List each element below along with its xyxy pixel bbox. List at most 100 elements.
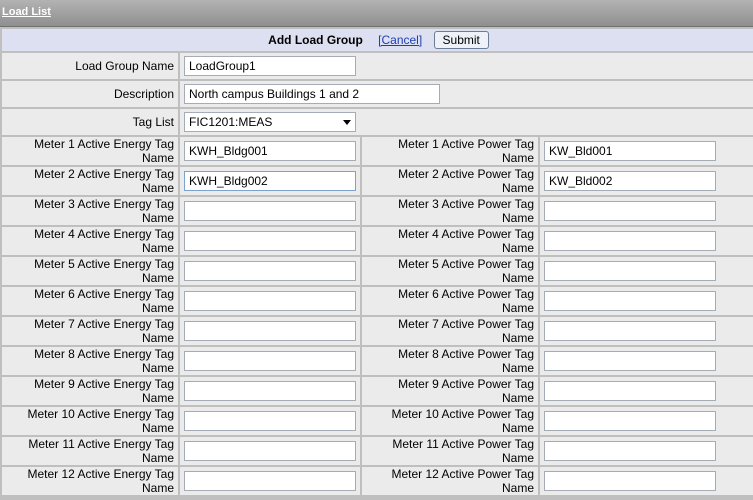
description-cell <box>180 81 753 107</box>
meter-8-power-label: Meter 8 Active Power Tag Name <box>362 347 538 375</box>
meter-10-energy-label: Meter 10 Active Energy Tag Name <box>2 407 178 435</box>
meter-8-energy-cell <box>180 347 360 375</box>
meter-5-power-label: Meter 5 Active Power Tag Name <box>362 257 538 285</box>
meter-2-power-label: Meter 2 Active Power Tag Name <box>362 167 538 195</box>
meter-9-energy-input[interactable] <box>184 381 356 401</box>
meter-4-energy-label: Meter 4 Active Energy Tag Name <box>2 227 178 255</box>
meter-8-power-input[interactable] <box>544 351 716 371</box>
meter-8-energy-label: Meter 8 Active Energy Tag Name <box>2 347 178 375</box>
description-input[interactable] <box>184 84 440 104</box>
meter-10-power-label: Meter 10 Active Power Tag Name <box>362 407 538 435</box>
meter-5-energy-cell <box>180 257 360 285</box>
meter-6-energy-input[interactable] <box>184 291 356 311</box>
meter-9-power-cell <box>540 377 753 405</box>
meter-10-power-cell <box>540 407 753 435</box>
tag-list-label: Tag List <box>2 109 178 135</box>
meter-3-power-cell <box>540 197 753 225</box>
meter-3-energy-cell <box>180 197 360 225</box>
meter-row: Meter 6 Active Energy Tag Name Meter 6 Ac… <box>2 287 753 315</box>
load-group-name-row: Load Group Name <box>2 53 753 79</box>
meter-12-power-input[interactable] <box>544 471 716 491</box>
meter-4-power-input[interactable] <box>544 231 716 251</box>
cancel-link[interactable]: [Cancel] <box>378 33 422 47</box>
meter-7-energy-label: Meter 7 Active Energy Tag Name <box>2 317 178 345</box>
tag-list-select[interactable]: FIC1201:MEAS <box>184 112 356 132</box>
meter-row: Meter 10 Active Energy Tag Name Meter 10 … <box>2 407 753 435</box>
meter-row: Meter 8 Active Energy Tag Name Meter 8 Ac… <box>2 347 753 375</box>
meter-5-power-cell <box>540 257 753 285</box>
add-load-group-form: Add Load Group [Cancel] Submit Load Grou… <box>0 27 753 500</box>
meter-6-power-label: Meter 6 Active Power Tag Name <box>362 287 538 315</box>
load-group-name-cell <box>180 53 753 79</box>
form-header-row: Add Load Group [Cancel] Submit <box>2 29 753 51</box>
meter-1-power-input[interactable] <box>544 141 716 161</box>
meter-1-energy-input[interactable] <box>184 141 356 161</box>
meter-2-energy-label: Meter 2 Active Energy Tag Name <box>2 167 178 195</box>
meter-5-energy-input[interactable] <box>184 261 356 281</box>
meter-6-energy-cell <box>180 287 360 315</box>
tag-list-cell: FIC1201:MEAS <box>180 109 753 135</box>
meter-11-energy-label: Meter 11 Active Energy Tag Name <box>2 437 178 465</box>
meter-row: Meter 2 Active Energy Tag Name Meter 2 Ac… <box>2 167 753 195</box>
meter-row: Meter 12 Active Energy Tag Name Meter 12 … <box>2 467 753 495</box>
meter-9-power-input[interactable] <box>544 381 716 401</box>
form-table: Add Load Group [Cancel] Submit Load Grou… <box>0 27 753 497</box>
top-bar: Load List <box>0 0 753 27</box>
meter-7-energy-cell <box>180 317 360 345</box>
meter-10-energy-cell <box>180 407 360 435</box>
meter-7-power-label: Meter 7 Active Power Tag Name <box>362 317 538 345</box>
meter-8-power-cell <box>540 347 753 375</box>
description-label: Description <box>2 81 178 107</box>
meter-6-energy-label: Meter 6 Active Energy Tag Name <box>2 287 178 315</box>
load-group-name-label: Load Group Name <box>2 53 178 79</box>
meter-4-power-label: Meter 4 Active Power Tag Name <box>362 227 538 255</box>
meter-rows: Meter 1 Active Energy Tag Name Meter 1 Ac… <box>2 137 753 495</box>
meter-5-power-input[interactable] <box>544 261 716 281</box>
meter-11-energy-input[interactable] <box>184 441 356 461</box>
meter-1-energy-label: Meter 1 Active Energy Tag Name <box>2 137 178 165</box>
meter-2-energy-input[interactable] <box>184 171 356 191</box>
meter-11-energy-cell <box>180 437 360 465</box>
description-row: Description <box>2 81 753 107</box>
meter-9-energy-cell <box>180 377 360 405</box>
meter-row: Meter 5 Active Energy Tag Name Meter 5 Ac… <box>2 257 753 285</box>
meter-10-power-input[interactable] <box>544 411 716 431</box>
meter-row: Meter 3 Active Energy Tag Name Meter 3 Ac… <box>2 197 753 225</box>
meter-row: Meter 9 Active Energy Tag Name Meter 9 Ac… <box>2 377 753 405</box>
meter-9-power-label: Meter 9 Active Power Tag Name <box>362 377 538 405</box>
load-list-link[interactable]: Load List <box>2 6 51 18</box>
meter-2-power-cell <box>540 167 753 195</box>
meter-11-power-cell <box>540 437 753 465</box>
meter-2-energy-cell <box>180 167 360 195</box>
tag-list-row: Tag List FIC1201:MEAS <box>2 109 753 135</box>
meter-6-power-input[interactable] <box>544 291 716 311</box>
meter-1-energy-cell <box>180 137 360 165</box>
meter-10-energy-input[interactable] <box>184 411 356 431</box>
meter-11-power-label: Meter 11 Active Power Tag Name <box>362 437 538 465</box>
meter-3-power-input[interactable] <box>544 201 716 221</box>
dropdown-arrow-icon <box>343 120 351 125</box>
meter-4-energy-cell <box>180 227 360 255</box>
meter-2-power-input[interactable] <box>544 171 716 191</box>
meter-12-power-label: Meter 12 Active Power Tag Name <box>362 467 538 495</box>
meter-1-power-label: Meter 1 Active Power Tag Name <box>362 137 538 165</box>
meter-12-energy-input[interactable] <box>184 471 356 491</box>
form-title: Add Load Group <box>268 33 363 47</box>
meter-1-power-cell <box>540 137 753 165</box>
meter-7-power-input[interactable] <box>544 321 716 341</box>
meter-8-energy-input[interactable] <box>184 351 356 371</box>
meter-7-power-cell <box>540 317 753 345</box>
meter-12-energy-cell <box>180 467 360 495</box>
meter-7-energy-input[interactable] <box>184 321 356 341</box>
meter-6-power-cell <box>540 287 753 315</box>
meter-4-power-cell <box>540 227 753 255</box>
submit-button[interactable]: Submit <box>433 31 489 49</box>
load-group-name-input[interactable] <box>184 56 356 76</box>
meter-row: Meter 4 Active Energy Tag Name Meter 4 Ac… <box>2 227 753 255</box>
tag-list-selected-value: FIC1201:MEAS <box>189 115 273 129</box>
meter-3-energy-input[interactable] <box>184 201 356 221</box>
meter-4-energy-input[interactable] <box>184 231 356 251</box>
meter-row: Meter 7 Active Energy Tag Name Meter 7 Ac… <box>2 317 753 345</box>
meter-11-power-input[interactable] <box>544 441 716 461</box>
meter-12-power-cell <box>540 467 753 495</box>
